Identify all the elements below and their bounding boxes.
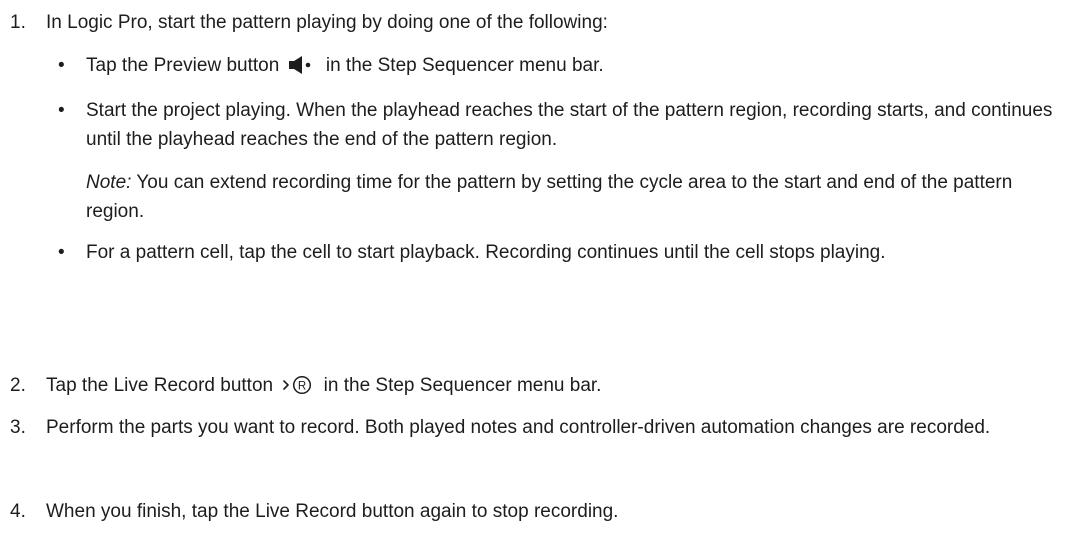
- step-4: 4. When you finish, tap the Live Record …: [0, 497, 1060, 526]
- step-number: 2.: [10, 375, 26, 396]
- live-record-icon: R: [281, 375, 315, 404]
- bullet-list: • Tap the Preview button in the Step Seq…: [46, 51, 1060, 267]
- list-item: • Start the project playing. When the pl…: [46, 96, 1060, 154]
- note-label: Note:: [86, 172, 132, 193]
- list-item: • For a pattern cell, tap the cell to st…: [46, 238, 1060, 267]
- note-paragraph: Note: You can extend recording time for …: [46, 168, 1060, 226]
- bullet-text: For a pattern cell, tap the cell to star…: [86, 242, 886, 263]
- bullet-text: Start the project playing. When the play…: [86, 100, 1053, 150]
- step-text: When you finish, tap the Live Record but…: [46, 501, 619, 522]
- bullet-dot: •: [58, 55, 65, 76]
- instruction-document: 1. In Logic Pro, start the pattern playi…: [0, 0, 1081, 542]
- bullet-dot: •: [58, 242, 65, 263]
- bullet-text-before: Tap the Preview button: [86, 55, 280, 76]
- step-1: 1. In Logic Pro, start the pattern playi…: [0, 8, 1060, 267]
- step-text: In Logic Pro, start the pattern playing …: [46, 12, 608, 33]
- speaker-preview-icon: [288, 55, 318, 84]
- step-text-before: Tap the Live Record button: [46, 375, 274, 396]
- step-number: 1.: [10, 12, 26, 33]
- step-text: Perform the parts you want to record. Bo…: [46, 417, 991, 438]
- step-text-after: in the Step Sequencer menu bar.: [323, 375, 602, 396]
- list-item: • Tap the Preview button in the Step Seq…: [46, 51, 1060, 84]
- step-number: 4.: [10, 501, 26, 522]
- step-2: 2. Tap the Live Record button R in the S…: [0, 371, 1060, 404]
- bullet-text-after: in the Step Sequencer menu bar.: [325, 55, 604, 76]
- bullet-dot: •: [58, 100, 65, 121]
- note-text: You can extend recording time for the pa…: [86, 172, 1013, 222]
- svg-text:R: R: [298, 380, 306, 392]
- step-number: 3.: [10, 417, 26, 438]
- step-3: 3. Perform the parts you want to record.…: [0, 413, 1060, 442]
